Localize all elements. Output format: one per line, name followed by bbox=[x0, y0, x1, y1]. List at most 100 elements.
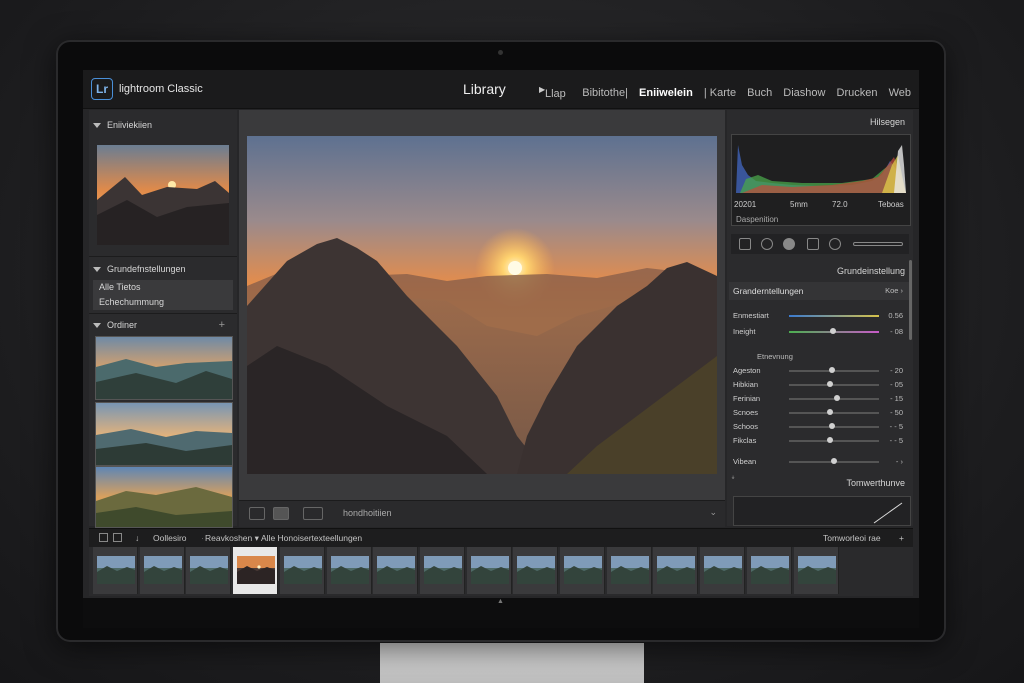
slider-value[interactable]: - 20 bbox=[890, 366, 903, 375]
module-library[interactable]: Bibitothe| bbox=[582, 87, 628, 99]
module-web[interactable]: Web bbox=[889, 87, 911, 99]
slider-tone-3[interactable]: Scnoes - 50 bbox=[733, 407, 907, 419]
slider-value[interactable]: - - 5 bbox=[890, 436, 903, 445]
second-window-icon[interactable] bbox=[113, 533, 122, 542]
slider-temp[interactable]: Enmestiart 0.56 bbox=[733, 310, 907, 322]
loupe-view-icon[interactable] bbox=[273, 507, 289, 520]
slider-value[interactable]: - 05 bbox=[890, 380, 903, 389]
slider-tone-2[interactable]: Ferinian - 15 bbox=[733, 393, 907, 405]
right-panel-scrollbar[interactable] bbox=[909, 260, 912, 340]
tone-curve-header[interactable]: Tomwerthunve bbox=[846, 478, 905, 488]
basic-section-header[interactable]: Grundeinstellung bbox=[837, 266, 905, 276]
slider-value[interactable]: - - 5 bbox=[890, 422, 903, 431]
add-folder-icon[interactable]: + bbox=[219, 316, 225, 334]
radial-filter-icon[interactable] bbox=[829, 238, 841, 250]
filmstrip-thumbnail[interactable] bbox=[419, 547, 465, 594]
folders-header[interactable]: Ordiner + bbox=[89, 316, 233, 334]
filmstrip-thumbnail[interactable] bbox=[326, 547, 372, 594]
slider-value[interactable]: - › bbox=[896, 457, 903, 466]
filmstrip-thumbnail[interactable] bbox=[279, 547, 325, 594]
folder-thumbnail[interactable] bbox=[95, 466, 233, 528]
module-slideshow[interactable]: Diashow bbox=[783, 87, 825, 99]
collapse-triangle-icon[interactable] bbox=[93, 123, 101, 129]
divider bbox=[89, 256, 237, 257]
filmstrip-thumbnail[interactable] bbox=[513, 547, 559, 594]
filmstrip-thumbnail[interactable] bbox=[373, 547, 419, 594]
slider-value[interactable]: - 50 bbox=[890, 408, 903, 417]
filmstrip-right-label[interactable]: Tomworleoi rae bbox=[823, 533, 881, 543]
tone-subsection-label: Etnevnung bbox=[757, 352, 793, 361]
folder-thumbnail[interactable] bbox=[95, 402, 233, 466]
filmstrip-thumbnail[interactable] bbox=[233, 547, 279, 594]
basic-subheader[interactable]: Granderntellungen Koe › bbox=[729, 282, 909, 300]
filmstrip-thumbnail[interactable] bbox=[746, 547, 792, 594]
slider-tone-4[interactable]: Schoos - - 5 bbox=[733, 421, 907, 433]
slider-tint[interactable]: Ineight - 08 bbox=[733, 326, 907, 338]
slider-knob[interactable] bbox=[830, 328, 836, 334]
filmstrip-thumbnail[interactable] bbox=[653, 547, 699, 594]
slider-knob[interactable] bbox=[831, 458, 837, 464]
filmstrip-thumbnail[interactable] bbox=[606, 547, 652, 594]
slider-track[interactable] bbox=[789, 440, 879, 442]
profile-selector[interactable]: Koe › bbox=[885, 286, 903, 295]
slider-value[interactable]: 0.56 bbox=[888, 311, 903, 320]
lightroom-logo-icon: Lr bbox=[91, 78, 113, 100]
collapse-triangle-icon[interactable] bbox=[93, 323, 101, 329]
module-book[interactable]: Buch bbox=[747, 87, 772, 99]
main-photo[interactable] bbox=[247, 136, 717, 474]
compare-view-icon[interactable] bbox=[303, 507, 323, 520]
navigator-header[interactable]: Eniiviekiien bbox=[89, 116, 152, 134]
module-print[interactable]: Drucken bbox=[837, 87, 878, 99]
main-window-icon[interactable] bbox=[99, 533, 108, 542]
navigator-preview[interactable] bbox=[97, 145, 229, 245]
brush-slider[interactable] bbox=[853, 242, 903, 246]
slider-knob[interactable] bbox=[829, 367, 836, 373]
expand-filmstrip-icon[interactable]: ▲ bbox=[497, 598, 504, 605]
filmstrip-thumbnail[interactable] bbox=[700, 547, 746, 594]
slider-track[interactable] bbox=[789, 384, 879, 386]
folders-label: Ordiner bbox=[107, 320, 138, 330]
slider-track[interactable] bbox=[789, 315, 879, 317]
module-develop[interactable]: Eniiwelein bbox=[639, 87, 693, 99]
filmstrip-sort[interactable]: Reavkoshen ▾ bbox=[205, 533, 259, 544]
module-title[interactable]: Library bbox=[463, 81, 506, 97]
slider-value[interactable]: - 08 bbox=[890, 327, 903, 336]
filmstrip-thumbnail[interactable] bbox=[793, 547, 839, 594]
crop-tool-icon[interactable] bbox=[739, 238, 751, 250]
filmstrip-thumbnail[interactable] bbox=[560, 547, 605, 594]
filmstrip-thumbnail[interactable] bbox=[93, 547, 138, 594]
tone-curve-graph[interactable] bbox=[733, 496, 911, 526]
slider-knob[interactable] bbox=[829, 423, 836, 429]
filmstrip-thumbnail[interactable] bbox=[139, 547, 185, 594]
histogram-header[interactable]: Hilsegen bbox=[870, 117, 905, 127]
slider-tone-5[interactable]: Fikclas - - 5 bbox=[733, 435, 907, 447]
toolbar-chevron-icon[interactable]: ⌄ bbox=[709, 507, 717, 518]
catalog-header[interactable]: Grundefnstellungen bbox=[89, 260, 186, 278]
redeye-icon[interactable] bbox=[783, 238, 795, 250]
slider-tone-1[interactable]: Hibkian - 05 bbox=[733, 379, 907, 391]
main-view: hondhoitiien ⌄ bbox=[239, 110, 725, 527]
graduated-filter-icon[interactable] bbox=[807, 238, 819, 250]
crop-icon[interactable] bbox=[249, 507, 265, 520]
slider-knob[interactable] bbox=[826, 381, 833, 387]
slider-vibrance[interactable]: Vibean - › bbox=[733, 456, 907, 468]
filmstrip-add-icon[interactable]: + bbox=[899, 533, 904, 543]
slider-track[interactable] bbox=[789, 412, 879, 414]
filmstrip-thumbnail[interactable] bbox=[466, 547, 512, 594]
filmstrip-source[interactable]: Oollesiro bbox=[153, 533, 187, 543]
slider-label: Ageston bbox=[733, 366, 761, 375]
slider-tone-0[interactable]: Ageston - 20 bbox=[733, 365, 907, 377]
slider-knob[interactable] bbox=[827, 437, 834, 443]
collapse-triangle-icon[interactable] bbox=[93, 267, 101, 273]
slider-knob[interactable] bbox=[827, 409, 834, 415]
filmstrip-filter[interactable]: Alle Honoisertexteellungen bbox=[261, 533, 362, 543]
filmstrip-thumbnail[interactable] bbox=[186, 547, 232, 594]
module-map[interactable]: | Karte bbox=[704, 87, 736, 99]
slider-knob[interactable] bbox=[833, 395, 840, 401]
catalog-item-2[interactable]: Echechummung bbox=[93, 295, 233, 310]
spot-removal-icon[interactable] bbox=[761, 238, 773, 250]
import-arrow-icon[interactable]: ↓ bbox=[135, 533, 139, 543]
slider-value[interactable]: - 15 bbox=[890, 394, 903, 403]
catalog-item-all-photos[interactable]: Alle Tietos bbox=[93, 280, 233, 295]
folder-thumbnail[interactable] bbox=[95, 336, 233, 400]
